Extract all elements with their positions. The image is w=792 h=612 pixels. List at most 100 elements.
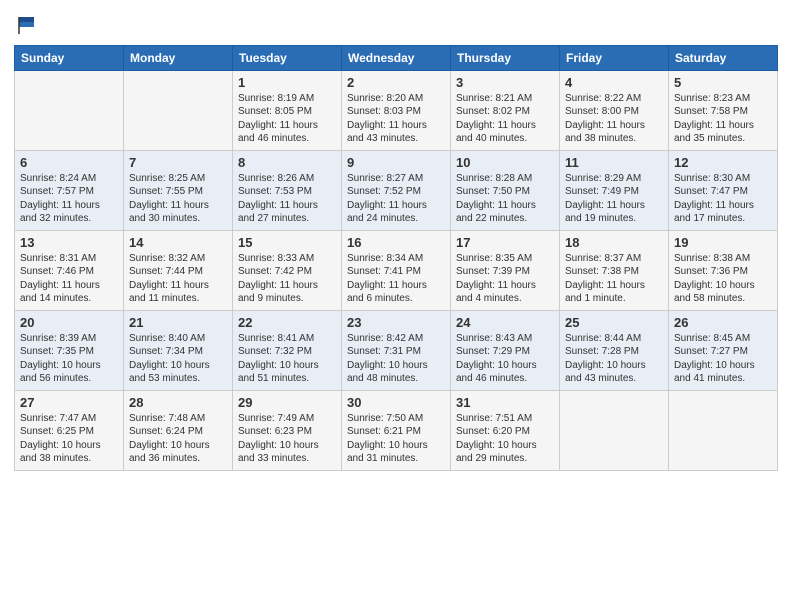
- day-number: 16: [347, 235, 445, 250]
- calendar-cell: 3Sunrise: 8:21 AM Sunset: 8:02 PM Daylig…: [451, 70, 560, 150]
- calendar-cell: [560, 390, 669, 470]
- calendar-cell: 20 Sunrise: 8:39 AM Sunset: 7:35 PM Dayli…: [15, 310, 124, 390]
- weekday-header: Friday: [560, 45, 669, 70]
- day-number: 12: [674, 155, 772, 170]
- day-number: 26: [674, 315, 772, 330]
- day-number: 23: [347, 315, 445, 330]
- calendar-cell: 4 Sunrise: 8:22 AM Sunset: 8:00 PM Daylig…: [560, 70, 669, 150]
- day-info: Sunrise: 8:42 AM Sunset: 7:31 PM Dayligh…: [347, 332, 445, 386]
- calendar-cell: 13Sunrise: 8:31 AM Sunset: 7:46 PM Dayli…: [15, 230, 124, 310]
- day-number: 18: [565, 235, 663, 250]
- day-number: 7: [129, 155, 227, 170]
- day-info: Sunrise: 8:35 AM Sunset: 7:39 PM Dayligh…: [456, 252, 554, 306]
- day-info: Sunrise: 7:48 AM Sunset: 6:24 PM Dayligh…: [129, 412, 227, 466]
- day-number: 14: [129, 235, 227, 250]
- calendar-cell: 7 Sunrise: 8:25 AM Sunset: 7:55 PM Daylig…: [124, 150, 233, 230]
- day-number: 9: [347, 155, 445, 170]
- day-number: 25: [565, 315, 663, 330]
- calendar-week-row: 6Sunrise: 8:24 AM Sunset: 7:57 PM Daylig…: [15, 150, 778, 230]
- day-info: Sunrise: 8:26 AM Sunset: 7:53 PM Dayligh…: [238, 172, 336, 226]
- day-number: 11: [565, 155, 663, 170]
- day-number: 24: [456, 315, 554, 330]
- day-info: Sunrise: 8:30 AM Sunset: 7:47 PM Dayligh…: [674, 172, 772, 226]
- day-number: 6: [20, 155, 118, 170]
- calendar-cell: 6Sunrise: 8:24 AM Sunset: 7:57 PM Daylig…: [15, 150, 124, 230]
- day-info: Sunrise: 8:37 AM Sunset: 7:38 PM Dayligh…: [565, 252, 663, 306]
- calendar-cell: 14Sunrise: 8:32 AM Sunset: 7:44 PM Dayli…: [124, 230, 233, 310]
- calendar-cell: 19 Sunrise: 8:38 AM Sunset: 7:36 PM Dayli…: [669, 230, 778, 310]
- day-info: Sunrise: 8:25 AM Sunset: 7:55 PM Dayligh…: [129, 172, 227, 226]
- day-info: Sunrise: 8:44 AM Sunset: 7:28 PM Dayligh…: [565, 332, 663, 386]
- weekday-header: Thursday: [451, 45, 560, 70]
- calendar-cell: [124, 70, 233, 150]
- day-number: 27: [20, 395, 118, 410]
- weekday-header: Tuesday: [233, 45, 342, 70]
- day-info: Sunrise: 7:50 AM Sunset: 6:21 PM Dayligh…: [347, 412, 445, 466]
- calendar-week-row: 1Sunrise: 8:19 AM Sunset: 8:05 PM Daylig…: [15, 70, 778, 150]
- day-info: Sunrise: 8:34 AM Sunset: 7:41 PM Dayligh…: [347, 252, 445, 306]
- calendar-cell: 26Sunrise: 8:45 AM Sunset: 7:27 PM Dayli…: [669, 310, 778, 390]
- calendar-cell: 11 Sunrise: 8:29 AM Sunset: 7:49 PM Dayli…: [560, 150, 669, 230]
- calendar-cell: 30 Sunrise: 7:50 AM Sunset: 6:21 PM Dayli…: [342, 390, 451, 470]
- calendar-cell: 9 Sunrise: 8:27 AM Sunset: 7:52 PM Daylig…: [342, 150, 451, 230]
- calendar-cell: 22 Sunrise: 8:41 AM Sunset: 7:32 PM Dayli…: [233, 310, 342, 390]
- calendar-cell: 23 Sunrise: 8:42 AM Sunset: 7:31 PM Dayli…: [342, 310, 451, 390]
- weekday-header: Saturday: [669, 45, 778, 70]
- calendar-cell: 16 Sunrise: 8:34 AM Sunset: 7:41 PM Dayli…: [342, 230, 451, 310]
- calendar-table: SundayMondayTuesdayWednesdayThursdayFrid…: [14, 45, 778, 471]
- calendar-cell: 17Sunrise: 8:35 AM Sunset: 7:39 PM Dayli…: [451, 230, 560, 310]
- day-info: Sunrise: 8:38 AM Sunset: 7:36 PM Dayligh…: [674, 252, 772, 306]
- day-number: 30: [347, 395, 445, 410]
- weekday-header: Wednesday: [342, 45, 451, 70]
- weekday-header: Monday: [124, 45, 233, 70]
- day-info: Sunrise: 7:49 AM Sunset: 6:23 PM Dayligh…: [238, 412, 336, 466]
- day-number: 10: [456, 155, 554, 170]
- day-info: Sunrise: 8:23 AM Sunset: 7:58 PM Dayligh…: [674, 92, 772, 146]
- day-info: Sunrise: 8:39 AM Sunset: 7:35 PM Dayligh…: [20, 332, 118, 386]
- day-info: Sunrise: 7:47 AM Sunset: 6:25 PM Dayligh…: [20, 412, 118, 466]
- day-number: 31: [456, 395, 554, 410]
- day-info: Sunrise: 8:29 AM Sunset: 7:49 PM Dayligh…: [565, 172, 663, 226]
- day-number: 2: [347, 75, 445, 90]
- calendar-cell: 29 Sunrise: 7:49 AM Sunset: 6:23 PM Dayli…: [233, 390, 342, 470]
- day-number: 8: [238, 155, 336, 170]
- day-number: 29: [238, 395, 336, 410]
- calendar-cell: 12 Sunrise: 8:30 AM Sunset: 7:47 PM Dayli…: [669, 150, 778, 230]
- calendar-week-row: 20 Sunrise: 8:39 AM Sunset: 7:35 PM Dayli…: [15, 310, 778, 390]
- calendar-cell: 15 Sunrise: 8:33 AM Sunset: 7:42 PM Dayli…: [233, 230, 342, 310]
- day-number: 21: [129, 315, 227, 330]
- day-number: 19: [674, 235, 772, 250]
- calendar-cell: 21Sunrise: 8:40 AM Sunset: 7:34 PM Dayli…: [124, 310, 233, 390]
- day-info: Sunrise: 8:31 AM Sunset: 7:46 PM Dayligh…: [20, 252, 118, 306]
- day-info: Sunrise: 7:51 AM Sunset: 6:20 PM Dayligh…: [456, 412, 554, 466]
- calendar-week-row: 13Sunrise: 8:31 AM Sunset: 7:46 PM Dayli…: [15, 230, 778, 310]
- day-info: Sunrise: 8:27 AM Sunset: 7:52 PM Dayligh…: [347, 172, 445, 226]
- calendar-cell: 10 Sunrise: 8:28 AM Sunset: 7:50 PM Dayli…: [451, 150, 560, 230]
- logo: [14, 14, 38, 41]
- calendar-cell: 25 Sunrise: 8:44 AM Sunset: 7:28 PM Dayli…: [560, 310, 669, 390]
- day-number: 4: [565, 75, 663, 90]
- day-info: Sunrise: 8:28 AM Sunset: 7:50 PM Dayligh…: [456, 172, 554, 226]
- calendar-cell: 2 Sunrise: 8:20 AM Sunset: 8:03 PM Daylig…: [342, 70, 451, 150]
- day-info: Sunrise: 8:33 AM Sunset: 7:42 PM Dayligh…: [238, 252, 336, 306]
- day-number: 28: [129, 395, 227, 410]
- day-number: 20: [20, 315, 118, 330]
- calendar-cell: 24Sunrise: 8:43 AM Sunset: 7:29 PM Dayli…: [451, 310, 560, 390]
- calendar-cell: [15, 70, 124, 150]
- logo-flag-icon: [16, 14, 38, 36]
- day-info: Sunrise: 8:22 AM Sunset: 8:00 PM Dayligh…: [565, 92, 663, 146]
- calendar-cell: 5 Sunrise: 8:23 AM Sunset: 7:58 PM Daylig…: [669, 70, 778, 150]
- calendar-cell: 28 Sunrise: 7:48 AM Sunset: 6:24 PM Dayli…: [124, 390, 233, 470]
- day-info: Sunrise: 8:41 AM Sunset: 7:32 PM Dayligh…: [238, 332, 336, 386]
- header-row: SundayMondayTuesdayWednesdayThursdayFrid…: [15, 45, 778, 70]
- day-info: Sunrise: 8:19 AM Sunset: 8:05 PM Dayligh…: [238, 92, 336, 146]
- day-number: 5: [674, 75, 772, 90]
- day-number: 22: [238, 315, 336, 330]
- calendar-cell: 1Sunrise: 8:19 AM Sunset: 8:05 PM Daylig…: [233, 70, 342, 150]
- weekday-header: Sunday: [15, 45, 124, 70]
- day-number: 15: [238, 235, 336, 250]
- calendar-cell: [669, 390, 778, 470]
- calendar-cell: 8 Sunrise: 8:26 AM Sunset: 7:53 PM Daylig…: [233, 150, 342, 230]
- main-container: SundayMondayTuesdayWednesdayThursdayFrid…: [0, 0, 792, 481]
- day-info: Sunrise: 8:20 AM Sunset: 8:03 PM Dayligh…: [347, 92, 445, 146]
